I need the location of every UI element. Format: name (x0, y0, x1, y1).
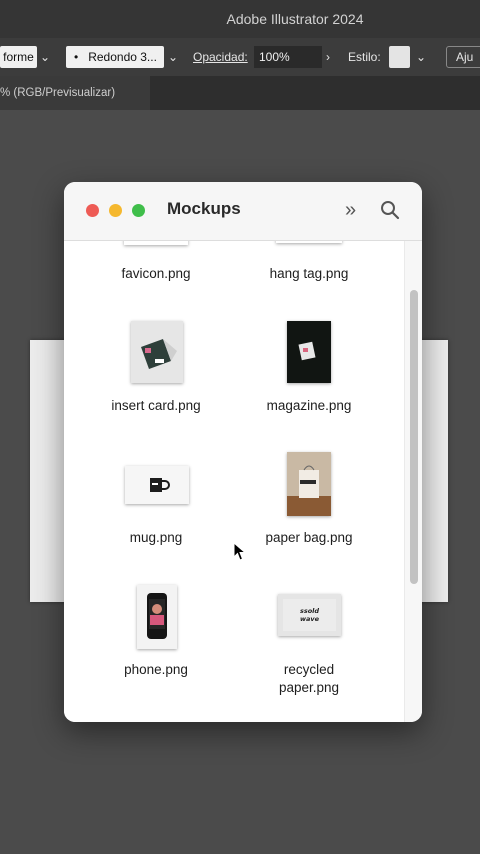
file-item-magazine[interactable]: magazine.png (234, 397, 384, 415)
document-tabbar: % (RGB/Previsualizar) (0, 76, 480, 110)
mug-image (125, 466, 189, 504)
file-label: favicon.png (121, 266, 191, 281)
phone-image (137, 585, 177, 649)
file-label: paper bag.png (265, 530, 353, 545)
insert-card-thumbnail (131, 321, 183, 383)
svg-text:ssold: ssold (300, 607, 319, 615)
file-label: hang tag.png (269, 266, 349, 281)
file-item-hang-tag[interactable]: hang tag.png (234, 265, 384, 283)
zoom-button[interactable] (132, 204, 145, 217)
file-label: mug.png (129, 530, 183, 545)
more-toolbar-button[interactable]: » (345, 199, 356, 222)
file-label-line1: recycled (283, 662, 335, 677)
file-item-recycled-paper[interactable]: recycled paper.png (234, 661, 384, 697)
insert-card-image (131, 321, 183, 383)
style-label: Estilo: (348, 50, 381, 64)
file-item-mug[interactable]: mug.png (81, 529, 231, 547)
vertical-scrollbar[interactable] (404, 241, 422, 722)
control-bar: forme ⌄ • Redondo 3... ⌄ Opacidad: 100% … (0, 38, 480, 76)
adjust-button-label: Aju (456, 50, 474, 64)
chevron-down-icon: ⌄ (40, 50, 51, 64)
double-chevron-icon: » (345, 199, 357, 221)
search-button[interactable] (380, 200, 400, 225)
opacity-input[interactable]: 100% (254, 46, 322, 68)
file-label-line2: paper.png (278, 680, 340, 695)
shape-field-label: forme (3, 50, 34, 64)
scrollbar-thumb[interactable] (410, 290, 418, 584)
opacity-value: 100% (259, 50, 290, 64)
mouse-pointer-icon (233, 541, 247, 567)
style-swatch[interactable] (389, 46, 410, 68)
recycled-paper-image: ssold wave (278, 594, 341, 636)
opacity-arrow-button[interactable]: › (326, 46, 330, 68)
shape-dropdown[interactable]: forme (0, 46, 37, 68)
brush-label: Redondo 3... (88, 50, 157, 64)
document-tab[interactable]: % (RGB/Previsualizar) (0, 76, 150, 110)
phone-thumbnail (137, 585, 177, 649)
style-dropdown-chevron[interactable]: ⌄ (416, 46, 426, 68)
favicon-thumbnail (124, 241, 188, 245)
magazine-thumbnail (287, 321, 331, 383)
search-icon (381, 201, 400, 220)
mockups-window: Mockups » favicon.png hang tag.png inser… (64, 182, 422, 722)
file-item-insert-card[interactable]: insert card.png (81, 397, 231, 415)
file-item-phone[interactable]: phone.png (81, 661, 231, 679)
paper-bag-image (287, 452, 331, 516)
shape-dropdown-chevron[interactable]: ⌄ (40, 46, 50, 68)
app-title: Adobe Illustrator 2024 (226, 11, 364, 27)
recycled-paper-thumbnail: ssold wave (278, 594, 341, 636)
file-label: insert card.png (111, 398, 201, 413)
mug-thumbnail (125, 466, 189, 504)
paper-bag-thumbnail (287, 452, 331, 516)
magazine-image (287, 321, 331, 383)
opacity-label[interactable]: Opacidad: (193, 46, 248, 68)
file-grid: favicon.png hang tag.png insert card.png (64, 241, 404, 722)
window-title: Mockups (167, 199, 241, 218)
brush-dot-icon: • (74, 50, 79, 64)
file-label: magazine.png (266, 398, 352, 413)
chevron-down-icon: ⌄ (168, 50, 179, 64)
window-toolbar: Mockups » (64, 182, 422, 241)
chevron-right-icon: › (326, 50, 330, 64)
brush-dropdown[interactable]: • Redondo 3... (66, 46, 164, 68)
minimize-button[interactable] (109, 204, 122, 217)
adjust-button[interactable]: Aju (446, 46, 480, 68)
app-titlebar: Adobe Illustrator 2024 (0, 0, 480, 38)
file-item-paper-bag[interactable]: paper bag.png (234, 529, 384, 547)
file-item-favicon[interactable]: favicon.png (81, 265, 231, 283)
close-button[interactable] (86, 204, 99, 217)
brush-dropdown-chevron[interactable]: ⌄ (168, 46, 178, 68)
document-tab-label: % (RGB/Previsualizar) (0, 87, 116, 99)
svg-text:wave: wave (300, 615, 320, 623)
file-label: phone.png (124, 662, 188, 677)
chevron-down-icon: ⌄ (416, 50, 427, 64)
hang-tag-thumbnail (276, 241, 342, 243)
